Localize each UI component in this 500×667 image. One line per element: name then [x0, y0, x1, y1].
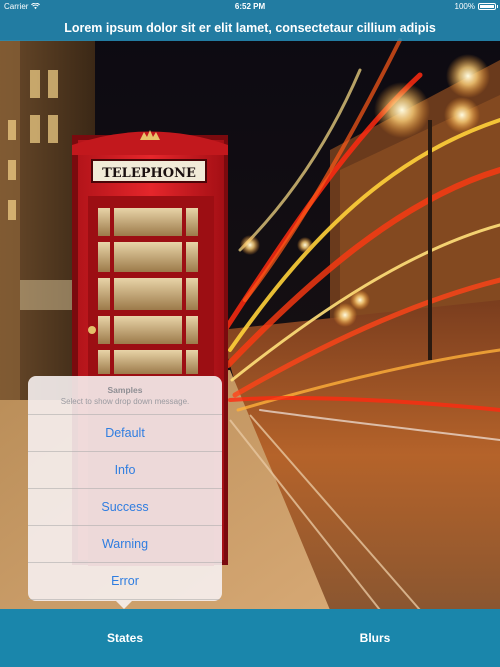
telephone-sign: TELEPHONE [102, 166, 196, 181]
status-battery: 100% [454, 2, 498, 11]
status-bar: Carrier 6:52 PM 100% [0, 0, 500, 14]
popover-item-warning[interactable]: Warning [28, 526, 222, 563]
popover-subtitle: Select to show drop down message. [60, 397, 190, 406]
samples-popover: Samples Select to show drop down message… [28, 376, 222, 609]
popover-item-default[interactable]: Default [28, 415, 222, 452]
battery-icon [478, 3, 498, 10]
tab-states[interactable]: States [0, 609, 250, 667]
popover-item-success[interactable]: Success [28, 489, 222, 526]
popover-arrow [116, 601, 132, 609]
popover-item-info[interactable]: Info [28, 452, 222, 489]
status-time: 6:52 PM [234, 2, 266, 11]
nav-title: Lorem ipsum dolor sit er elit lamet, con… [64, 21, 436, 35]
popover-title: Samples [107, 385, 143, 395]
tab-blurs[interactable]: Blurs [250, 609, 500, 667]
tab-bar: States Blurs [0, 609, 500, 667]
popover-header: Samples Select to show drop down message… [28, 376, 222, 415]
popover-item-error[interactable]: Error [28, 563, 222, 600]
battery-percent: 100% [454, 2, 475, 11]
app-screen: TELEPHONE Lorem ipsum dolor sit er elit … [0, 0, 500, 667]
